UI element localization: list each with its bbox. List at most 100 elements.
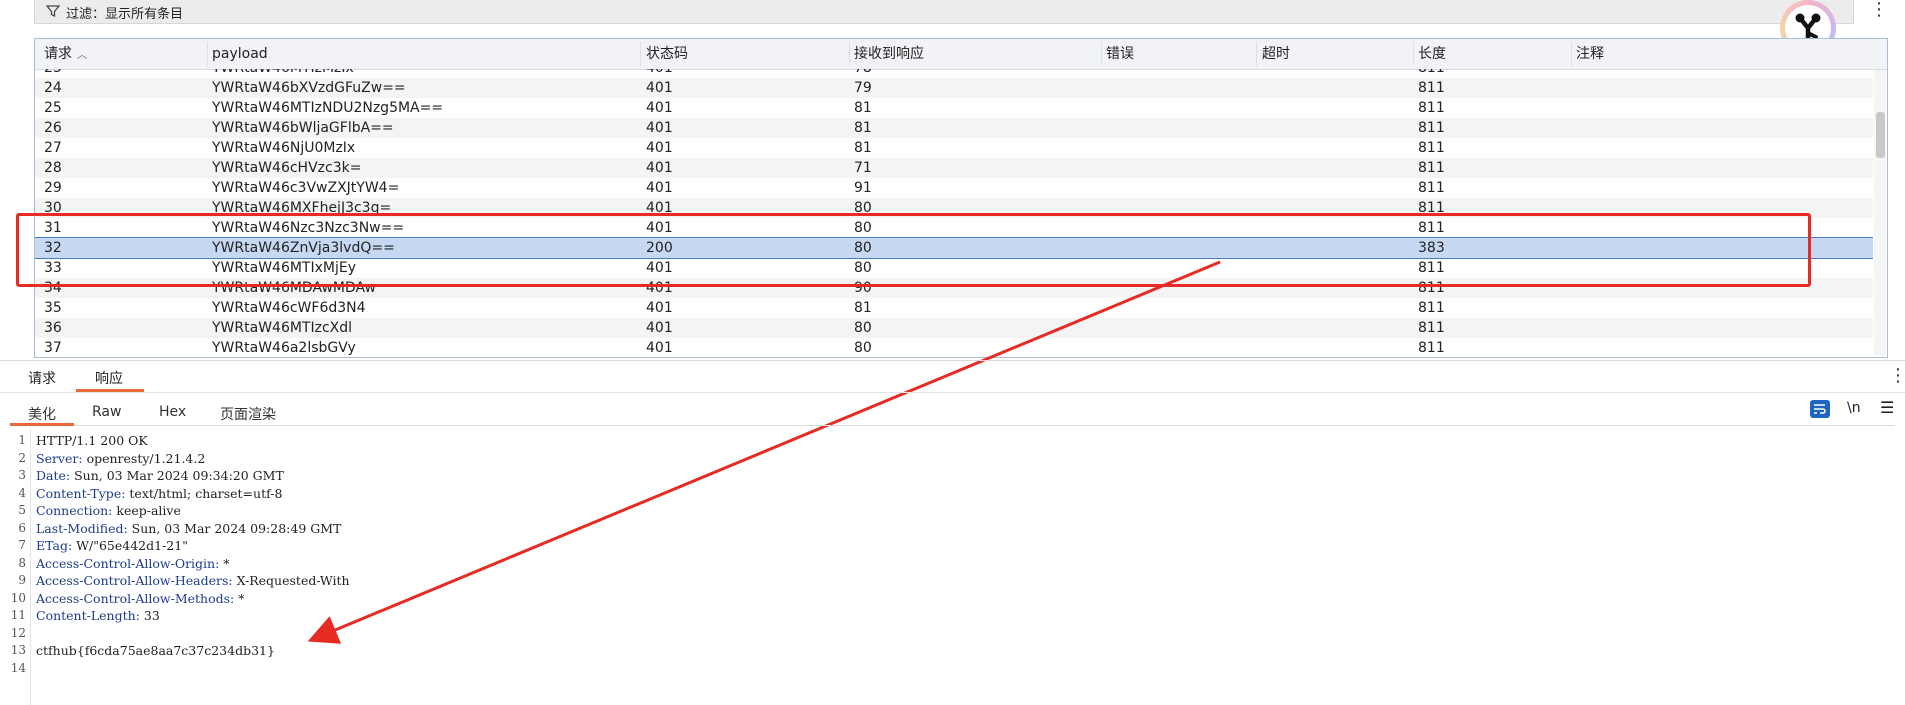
view-tab-raw[interactable]: Raw — [92, 404, 121, 420]
cell-received: 71 — [854, 160, 872, 176]
more-options-icon[interactable]: ⋮ — [1870, 0, 1888, 22]
cell-status: 401 — [646, 160, 673, 176]
cell-length: 811 — [1418, 340, 1445, 356]
show-newlines-button[interactable]: \n — [1847, 400, 1861, 416]
cell-payload: YWRtaW46a2lsbGVy — [212, 340, 356, 356]
column-header-comment[interactable]: 注释 — [1576, 39, 1604, 69]
filter-bar[interactable] — [34, 0, 1854, 24]
filter-label: 过滤：显示所有条目 — [66, 7, 184, 22]
column-header-status[interactable]: 状态码 — [646, 39, 688, 69]
header-value: 33 — [139, 608, 160, 623]
cell-payload: YWRtaW46cWF6d3N4 — [212, 300, 366, 316]
cell-length: 811 — [1418, 160, 1445, 176]
table-header: 请求 ︿ payload 状态码 接收到响应 错误 超时 长度 注释 — [35, 39, 1887, 70]
word-wrap-button[interactable] — [1810, 400, 1830, 418]
cell-length: 811 — [1418, 180, 1445, 196]
code-line: Access-Control-Allow-Origin: * — [36, 555, 230, 573]
header-key: Access-Control-Allow-Headers: — [36, 573, 233, 588]
table-row[interactable]: 37 YWRtaW46a2lsbGVy 401 80 811 — [35, 338, 1873, 357]
filter-icon — [46, 5, 60, 17]
column-header-payload[interactable]: payload — [212, 39, 268, 69]
header-value: Sun, 03 Mar 2024 09:28:49 GMT — [127, 520, 342, 536]
code-line: Last-Modified: Sun, 03 Mar 2024 09:28:49… — [36, 520, 341, 538]
column-header-length[interactable]: 长度 — [1418, 39, 1446, 69]
code-line: Server: openresty/1.21.4.2 — [36, 450, 205, 468]
tab-response[interactable]: 响应 — [95, 368, 123, 388]
cell-payload: YWRtaW46NjU0MzIx — [212, 140, 356, 156]
cell-payload: YWRtaW46MTIzcXdl — [212, 320, 353, 336]
cell-payload: YWRtaW46MTIzNDU2Nzg5MA== — [212, 100, 444, 116]
cell-request: 24 — [44, 80, 62, 96]
cell-length: 811 — [1418, 320, 1445, 336]
table-row[interactable]: 35 YWRtaW46cWF6d3N4 401 81 811 — [35, 298, 1873, 318]
cell-status: 401 — [646, 300, 673, 316]
cell-length: 811 — [1418, 69, 1445, 78]
cell-payload: YWRtaW46bWljaGFlbA== — [212, 120, 394, 136]
header-value: * — [234, 590, 245, 606]
header-key: Server: — [36, 450, 83, 466]
header-value: W/"65e442d1-21" — [72, 538, 188, 553]
code-line: ETag: W/"65e442d1-21" — [36, 537, 188, 555]
cell-received: 91 — [854, 180, 872, 196]
cell-request: 37 — [44, 340, 62, 356]
cell-request: 27 — [44, 140, 62, 156]
code-line: Content-Length: 33 — [36, 607, 160, 625]
cell-request: 23 — [44, 69, 62, 78]
header-value: Sun, 03 Mar 2024 09:34:20 GMT — [70, 468, 284, 483]
cell-received: 80 — [854, 340, 872, 356]
table-row[interactable]: 36 YWRtaW46MTIzcXdl 401 80 811 — [35, 318, 1873, 338]
column-header-timeout[interactable]: 超时 — [1262, 39, 1290, 69]
cell-status: 401 — [646, 100, 673, 116]
table-row[interactable]: 29 YWRtaW46c3VwZXJtYW4= 401 91 811 — [35, 178, 1873, 198]
table-row[interactable]: 25 YWRtaW46MTIzNDU2Nzg5MA== 401 81 811 — [35, 98, 1873, 118]
table-row[interactable]: 23 YWRtaW46MTIzMzIx 401 78 811 — [35, 69, 1873, 78]
panel-options-icon[interactable]: ⋮ — [1889, 366, 1905, 388]
response-editor[interactable]: HTTP/1.1 200 OK Server: openresty/1.21.4.… — [0, 428, 1905, 705]
cell-received: 80 — [854, 320, 872, 336]
cell-status: 401 — [646, 140, 673, 156]
panel-divider — [0, 360, 1905, 361]
cell-status: 401 — [646, 69, 673, 78]
header-value: openresty/1.21.4.2 — [82, 450, 206, 466]
view-tabs-bar — [10, 397, 1895, 426]
highlight-annotation-box — [16, 213, 1811, 287]
header-key: Content-Type: — [36, 485, 126, 501]
column-header-error[interactable]: 错误 — [1106, 39, 1134, 69]
cell-length: 811 — [1418, 120, 1445, 136]
table-row[interactable]: 28 YWRtaW46cHVzc3k= 401 71 811 — [35, 158, 1873, 178]
cell-request: 35 — [44, 300, 62, 316]
header-value: X-Requested-With — [232, 573, 350, 588]
sort-ascending-icon: ︿ — [76, 48, 88, 61]
header-key: Access-Control-Allow-Origin: — [36, 555, 220, 571]
header-key: Last-Modified: — [36, 520, 128, 536]
header-value: keep-alive — [112, 503, 181, 518]
hamburger-menu-icon[interactable]: ☰ — [1880, 398, 1894, 417]
code-line: HTTP/1.1 200 OK — [36, 432, 148, 450]
header-key: ETag: — [36, 538, 73, 553]
code-line: ctfhub{f6cda75ae8aa7c37c234db31} — [36, 642, 275, 660]
cell-received: 81 — [854, 300, 872, 316]
table-row[interactable]: 27 YWRtaW46NjU0MzIx 401 81 811 — [35, 138, 1873, 158]
cell-status: 401 — [646, 180, 673, 196]
cell-payload: YWRtaW46bXVzdGFuZw== — [212, 80, 406, 96]
view-tab-pretty[interactable]: 美化 — [28, 404, 56, 424]
view-tab-render[interactable]: 页面渲染 — [220, 404, 276, 424]
code-line: Connection: keep-alive — [36, 502, 181, 520]
column-header-request[interactable]: 请求 ︿ — [44, 39, 87, 69]
code-line: Content-Type: text/html; charset=utf-8 — [36, 485, 282, 503]
cell-received: 81 — [854, 100, 872, 116]
table-row[interactable]: 26 YWRtaW46bWljaGFlbA== 401 81 811 — [35, 118, 1873, 138]
cell-received: 81 — [854, 120, 872, 136]
cell-length: 811 — [1418, 80, 1445, 96]
header-value: text/html; charset=utf-8 — [125, 485, 283, 501]
header-value: HTTP/1.1 200 OK — [36, 433, 148, 448]
column-header-received[interactable]: 接收到响应 — [854, 39, 924, 69]
table-scrollbar-thumb[interactable] — [1876, 112, 1885, 158]
cell-request: 36 — [44, 320, 62, 336]
cell-payload: YWRtaW46MTIzMzIx — [212, 69, 354, 78]
view-tab-hex[interactable]: Hex — [159, 404, 186, 420]
active-view-tab-indicator — [10, 423, 74, 426]
cell-payload: YWRtaW46c3VwZXJtYW4= — [212, 180, 400, 196]
table-row[interactable]: 24 YWRtaW46bXVzdGFuZw== 401 79 811 — [35, 78, 1873, 98]
tab-request[interactable]: 请求 — [28, 368, 56, 388]
